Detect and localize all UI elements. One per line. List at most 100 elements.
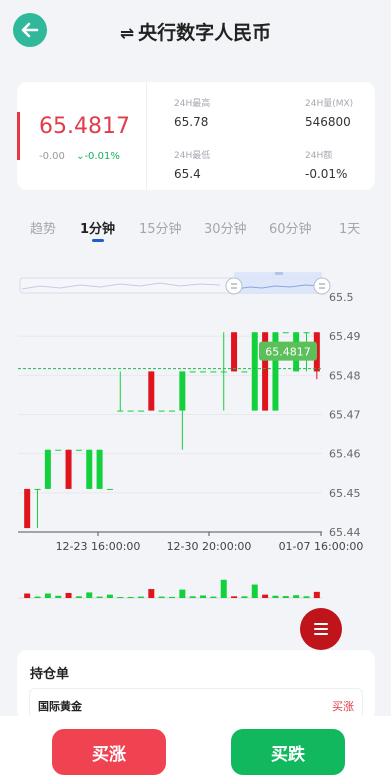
buy-up-button[interactable]: 买涨 [52,729,166,775]
tab-1min[interactable]: 1分钟 [80,218,115,237]
volume-bar [86,592,93,598]
volume-bar [313,591,320,598]
candle-body [200,371,207,373]
slider-handle-right[interactable] [313,277,331,295]
volume-bar [251,584,258,598]
candle-body [210,371,217,373]
swap-icon[interactable]: ⇌ [120,24,134,44]
volume-bar [303,596,310,598]
interval-tabs: 趋势 1分钟 15分钟 30分钟 60分钟 1天 [0,218,391,248]
stat-24h-high: 24H最高 65.78 [174,96,210,129]
volume-bar [117,597,124,598]
current-price: 65.4817 [39,114,130,139]
candle-body [96,449,103,489]
price-accent-bar [17,112,20,160]
buy-down-button[interactable]: 买跌 [231,729,345,775]
volume-bar [179,589,186,598]
y-tick-label: 65.45 [329,487,361,500]
volume-bar [34,596,41,598]
y-axis: 65.5 65.49 65.48 65.47 65.46 65.45 65.44 [329,291,361,539]
volume-bar [189,596,196,598]
stat-24h-volume: 24H量(MX) 546800 [305,96,353,129]
volume-bar [55,595,62,598]
candle-body [251,332,258,411]
x-axis: 12-23 16:00:00 12-30 20:00:00 01-07 16:00:… [56,532,364,553]
menu-button[interactable] [300,608,342,650]
positions-title: 持仓单 [30,667,70,682]
positions-panel: 持仓单 国际黄金 买涨 [17,650,375,720]
tab-30min[interactable]: 30分钟 [204,218,247,237]
volume-bar [106,594,113,598]
stat-value: 546800 [305,115,351,129]
header: ⇌ 央行数字人民币 [0,0,391,64]
card-divider [146,82,147,190]
y-tick-label: 65.5 [329,291,354,304]
candle-body [148,371,155,411]
stat-value: -0.01% [305,167,348,181]
volume-bar [96,596,103,598]
volume-bar [272,595,279,598]
volume-bar [262,594,269,598]
stat-value: 65.4 [174,167,201,181]
y-tick-label: 65.48 [329,369,361,382]
active-tab-indicator [92,239,104,242]
volume-bar [148,589,155,598]
volume-bar [220,579,227,598]
price-change: -0.00 ⌄-0.01% [39,151,120,162]
candle-body [303,332,310,334]
position-side: 买涨 [332,700,354,713]
volume-bars [18,579,322,599]
page-title: ⇌ 央行数字人民币 [0,18,391,45]
candle-body [34,488,41,490]
candle-body [137,410,144,412]
x-tick-label: 12-30 20:00:00 [167,540,252,553]
candle-body [158,410,165,412]
candle-body [55,449,62,451]
volume-bar [158,596,165,598]
candle-body [65,449,72,489]
x-tick-label: 01-07 16:00:00 [279,540,364,553]
volume-bar [200,595,207,598]
stat-24h-low: 24H最低 65.4 [174,148,210,181]
position-name: 国际黄金 [38,700,82,713]
menu-icon [314,623,328,635]
candle-body [241,371,248,373]
stat-label: 24H额 [305,151,333,161]
stat-value: 65.78 [174,115,209,129]
tab-60min[interactable]: 60分钟 [269,218,312,237]
candle-body [179,371,186,411]
volume-bar [75,596,82,598]
stat-label: 24H量(MX) [305,99,354,109]
y-tick-label: 65.49 [329,330,361,343]
change-value: -0.00 [39,151,65,162]
tab-trend[interactable]: 趋势 [30,218,56,237]
page-title-text: 央行数字人民币 [138,22,272,44]
tab-1day[interactable]: 1天 [339,218,360,237]
tab-15min[interactable]: 15分钟 [139,218,182,237]
volume-bar [231,596,238,598]
candle-body [189,371,196,373]
price-card: 65.4817 -0.00 ⌄-0.01% 24H最高 65.78 24H量(M… [17,82,375,190]
candle-body [75,449,82,451]
kline-chart[interactable]: 65.5 65.49 65.48 65.47 65.46 65.45 65.44 12-23… [0,262,391,607]
candle-body [24,488,31,529]
volume-bar [44,593,51,598]
slider-grip[interactable] [275,272,283,275]
candles [24,332,320,529]
slider-window[interactable] [234,272,322,294]
volume-bar [137,596,144,598]
volume-bar [65,592,72,598]
zoom-slider[interactable] [19,272,331,295]
candle-body [231,332,238,372]
y-tick-label: 65.47 [329,409,361,422]
candle-body [117,410,124,412]
volume-bar [241,596,248,598]
stat-24h-amount: 24H额 -0.01% [305,148,347,181]
candle-body [220,371,227,373]
slider-handle-left[interactable] [225,277,243,295]
candle-body [44,449,51,489]
candle-body [106,488,113,490]
x-tick-label: 12-23 16:00:00 [56,540,141,553]
volume-bar [169,596,175,598]
candle-body [169,410,175,412]
